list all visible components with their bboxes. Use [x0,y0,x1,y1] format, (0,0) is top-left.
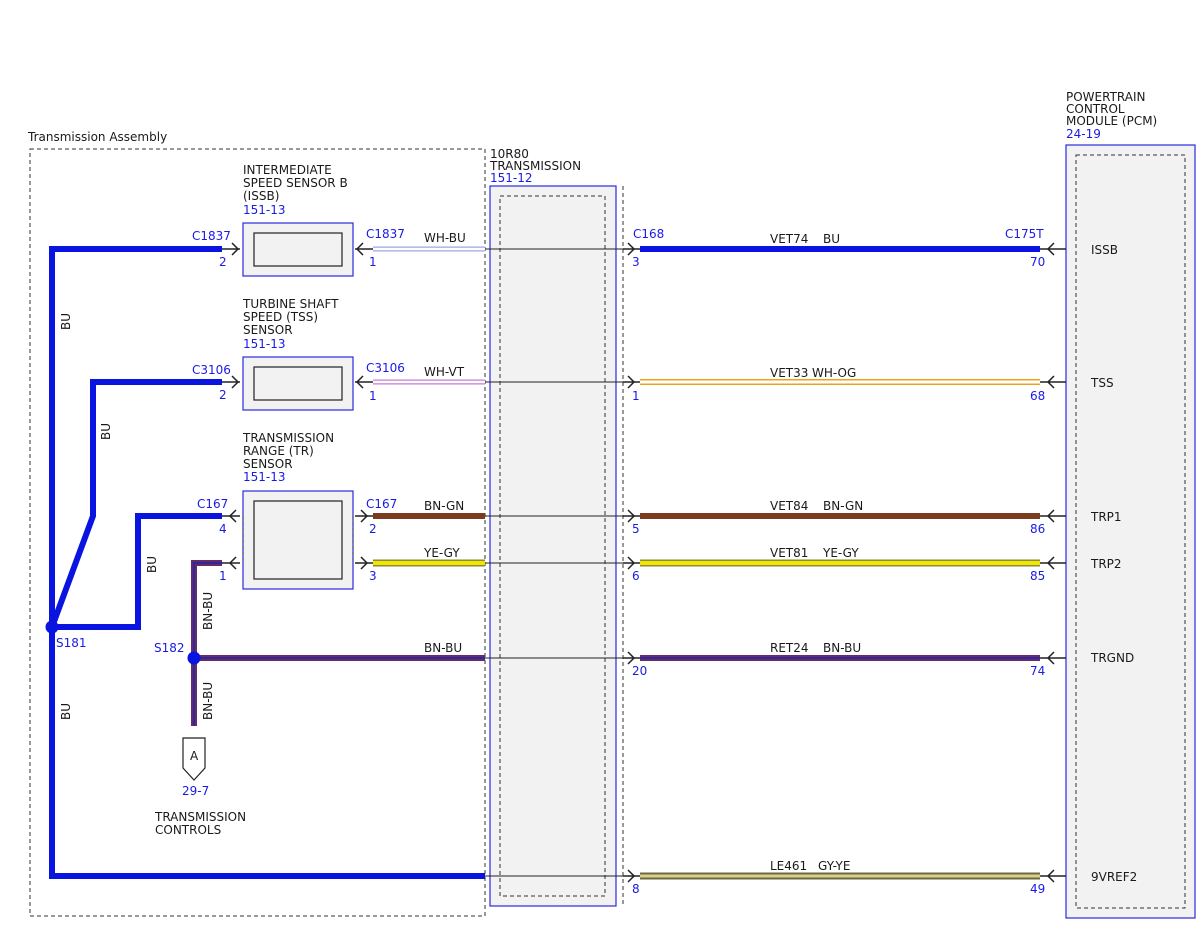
issb-label-2: SPEED SENSOR B [243,176,348,190]
transmission-connector-box [489,185,617,907]
inner-wire-3: BN-GN [424,499,464,513]
circuit-2-pcm-pin: 68 [1030,389,1045,403]
circuit-3-id: VET84 [770,499,808,513]
issb-label-1: INTERMEDIATE [243,163,332,177]
transmission-ref: 151-12 [490,171,533,185]
issb-label-3: (ISSB) [243,189,279,203]
tss-sensor [242,356,354,411]
circuit-6-signal: 9VREF2 [1091,870,1137,884]
circuit-2-color: WH-OG [812,366,856,380]
harness-label-bnbu-2: BN-BU [201,682,215,720]
offpage-label-1: TRANSMISSION [154,810,246,824]
circuit-3-color: BN-GN [823,499,863,513]
right-connector-marks [355,242,373,570]
conn-c168: C168 [633,227,664,241]
pin-tr-left-1: 4 [219,522,227,536]
tr-label-3: SENSOR [243,457,293,471]
pin-tr-right-1: 2 [369,522,377,536]
harness-label-bnbu-1: BN-BU [201,592,215,630]
circuit-6-id: LE461 [770,859,807,873]
trans-side-arrows [623,242,640,883]
pcm-ref: 24-19 [1066,127,1101,141]
pin-tss-left: 2 [219,388,227,402]
splice-s182 [187,651,201,665]
tr-ref: 151-13 [243,470,286,484]
circuit-1-id: VET74 [770,232,808,246]
left-connector-marks [222,242,240,570]
harness-label-bu-2: BU [99,423,113,440]
harness-label-bu-4: BU [59,703,73,720]
conn-tss-left: C3106 [192,363,231,377]
splice-s182-label: S182 [154,641,185,655]
conn-tr-left: C167 [197,497,228,511]
circuit-6-pcm-pin: 49 [1030,882,1045,896]
splice-s181 [45,620,59,634]
circuit-6-color: GY-YE [818,859,850,873]
tss-label-1: TURBINE SHAFT [242,297,339,311]
conn-issb-right: C1837 [366,227,405,241]
circuit-4-pcm-pin: 85 [1030,569,1045,583]
circuit-2-signal: TSS [1090,376,1114,390]
circuit-4-signal: TRP2 [1090,557,1122,571]
transmission-assembly-label: Transmission Assembly [27,130,167,144]
issb-ref: 151-13 [243,203,286,217]
conn-tss-right: C3106 [366,361,405,375]
tss-label-2: SPEED (TSS) [243,310,318,324]
offpage-letter: A [190,749,199,763]
circuit-4-id: VET81 [770,546,808,560]
pin-tss-right: 1 [369,389,377,403]
circuit-1-color: BU [823,232,840,246]
inner-wire-4: YE-GY [423,546,460,560]
circuit-1-trans-pin: 3 [632,255,640,269]
circuit-4-trans-pin: 6 [632,569,640,583]
conn-issb-left: C1837 [192,229,231,243]
tr-sensor [242,490,354,590]
harness-label-bu-3: BU [145,556,159,573]
wiring-diagram: Transmission Assembly 10R80 TRANSMISSION… [27,90,1196,919]
pcm-side-arrows [1040,242,1066,883]
pcm-name-3: MODULE (PCM) [1066,114,1157,128]
tr-label-1: TRANSMISSION [242,431,334,445]
circuit-4-color: YE-GY [822,546,859,560]
circuit-5-trans-pin: 20 [632,664,647,678]
pin-tr-right-2: 3 [369,569,377,583]
conn-tr-right: C167 [366,497,397,511]
inner-wires [373,246,485,567]
circuit-5-color: BN-BU [823,641,861,655]
pin-issb-left: 2 [219,255,227,269]
pin-tr-left-2: 1 [219,569,227,583]
inner-wire-2: WH-VT [424,365,465,379]
pcm-box [1065,144,1196,919]
circuit-5-signal: TRGND [1090,651,1134,665]
harness-label-bu-1: BU [59,313,73,330]
conn-c175t: C175T [1005,227,1044,241]
circuit-2-id: VET33 [770,366,808,380]
circuit-3-pcm-pin: 86 [1030,522,1045,536]
tss-ref: 151-13 [243,337,286,351]
circuit-6-trans-pin: 8 [632,882,640,896]
circuit-3-signal: TRP1 [1090,510,1122,524]
inner-wire-5: BN-BU [424,641,462,655]
tr-label-2: RANGE (TR) [243,444,314,458]
circuit-2-trans-pin: 1 [632,389,640,403]
issb-sensor [242,222,354,277]
circuit-5-id: RET24 [770,641,809,655]
inner-wire-1: WH-BU [424,231,466,245]
offpage-ref: 29-7 [182,784,209,798]
circuit-5-pcm-pin: 74 [1030,664,1045,678]
pin-issb-right: 1 [369,255,377,269]
circuit-1-pcm-pin: 70 [1030,255,1045,269]
splice-s181-label: S181 [56,636,87,650]
offpage-label-2: CONTROLS [155,823,221,837]
tss-label-3: SENSOR [243,323,293,337]
circuit-3-trans-pin: 5 [632,522,640,536]
circuit-1-signal: ISSB [1091,243,1118,257]
